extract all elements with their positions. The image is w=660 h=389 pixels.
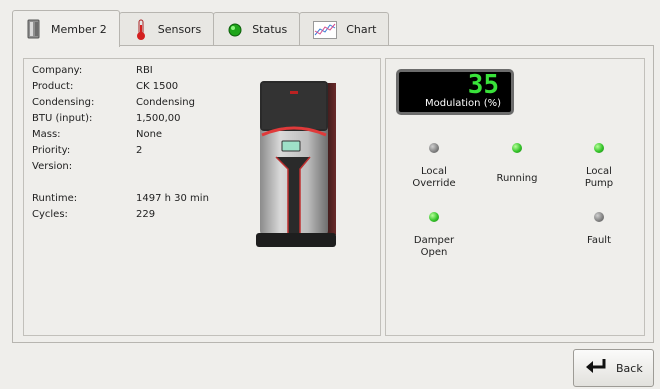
- boiler-icon: [25, 19, 43, 39]
- damper-open-indicator: [429, 212, 439, 222]
- running-indicator: [512, 143, 522, 153]
- condensing-label: Condensing:: [32, 97, 95, 108]
- fault-indicator: [594, 212, 604, 222]
- priority-label: Priority:: [32, 145, 71, 156]
- modulation-display: 35 Modulation (%): [396, 69, 514, 115]
- mass-label: Mass:: [32, 129, 61, 140]
- runtime-value: 1497 h 30 min: [136, 193, 209, 204]
- tab-status-label: Status: [252, 23, 288, 36]
- tab-chart[interactable]: Chart: [299, 12, 390, 46]
- runtime-label: Runtime:: [32, 193, 78, 204]
- version-label: Version:: [32, 161, 73, 172]
- cycles-label: Cycles:: [32, 209, 68, 220]
- company-value: RBI: [136, 65, 153, 76]
- priority-value: 2: [136, 145, 143, 156]
- tab-chart-label: Chart: [346, 23, 377, 36]
- boiler-unit-image: [256, 81, 336, 247]
- local-pump-label: Local Pump: [584, 166, 614, 189]
- local-override-indicator: [429, 143, 439, 153]
- chart-icon: [312, 20, 338, 40]
- return-arrow-icon: [584, 357, 608, 380]
- back-button-label: Back: [616, 361, 643, 375]
- thermometer-icon: [132, 19, 150, 40]
- tab-sensors-label: Sensors: [157, 23, 202, 36]
- btu-value: 1,500,00: [136, 113, 181, 124]
- tab-sensors[interactable]: Sensors: [118, 12, 215, 46]
- info-box: Company: RBI Product: CK 1500 Condensing…: [23, 58, 381, 336]
- member-panel: Company: RBI Product: CK 1500 Condensing…: [12, 45, 654, 343]
- product-label: Product:: [32, 81, 74, 92]
- tab-status[interactable]: Status: [213, 12, 301, 46]
- cycles-value: 229: [136, 209, 156, 220]
- running-label: Running: [496, 173, 538, 184]
- condensing-value: Condensing: [136, 97, 195, 108]
- status-box: 35 Modulation (%) Local Override Running …: [385, 58, 645, 336]
- back-button[interactable]: Back: [573, 349, 654, 387]
- product-value: CK 1500: [136, 81, 179, 92]
- local-override-label: Local Override: [412, 166, 456, 189]
- green-status-dot-icon: [226, 20, 244, 40]
- modulation-value: 35: [467, 70, 499, 100]
- tab-bar: Member 2 Sensors Status Chart: [12, 10, 390, 47]
- mass-value: None: [136, 129, 163, 140]
- modulation-label: Modulation (%): [425, 98, 501, 109]
- tab-member-2[interactable]: Member 2: [12, 10, 120, 47]
- damper-open-label: Damper Open: [413, 235, 455, 258]
- btu-label: BTU (input):: [32, 113, 93, 124]
- tab-member-2-label: Member 2: [51, 22, 107, 36]
- fault-label: Fault: [587, 235, 611, 246]
- company-label: Company:: [32, 65, 83, 76]
- local-pump-indicator: [594, 143, 604, 153]
